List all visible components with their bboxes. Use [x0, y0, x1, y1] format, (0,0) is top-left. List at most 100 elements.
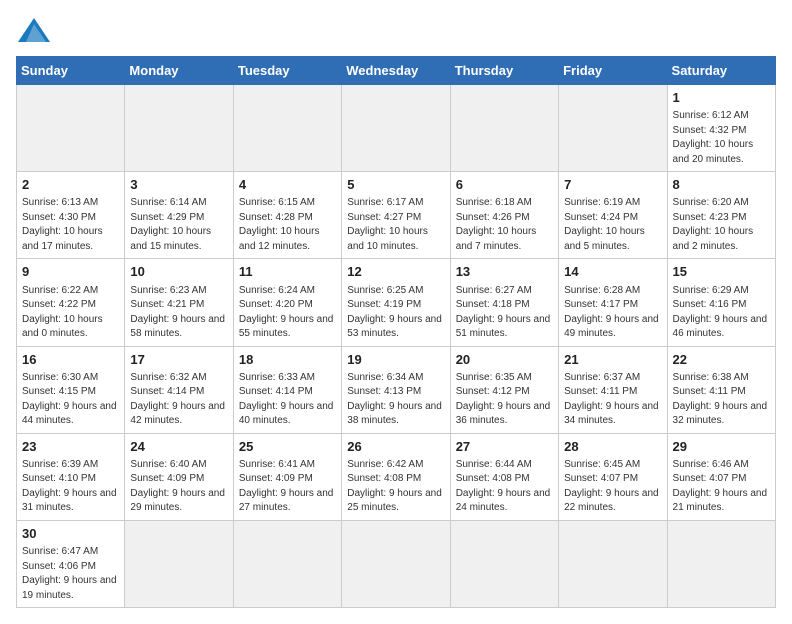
calendar-cell: 25Sunrise: 6:41 AM Sunset: 4:09 PM Dayli… [233, 433, 341, 520]
day-info: Sunrise: 6:47 AM Sunset: 4:06 PM Dayligh… [22, 545, 119, 603]
col-header-thursday: Thursday [450, 57, 558, 85]
calendar-cell: 12 Sunrise: 6:25 AM Sunset: 4:19 PM Dayli… [342, 259, 450, 346]
calendar-cell: 20Sunrise: 6:35 AM Sunset: 4:12 PM Dayli… [450, 346, 558, 433]
calendar-cell: 14 Sunrise: 6:28 AM Sunset: 4:17 PM Dayli… [559, 259, 667, 346]
day-info: Sunrise: 6:24 AM Sunset: 4:20 PM Dayligh… [239, 284, 336, 342]
day-info: Sunrise: 6:28 AM Sunset: 4:17 PM Dayligh… [564, 284, 661, 342]
day-info: Sunrise: 6:22 AM Sunset: 4:22 PM Dayligh… [22, 284, 119, 342]
day-info: Sunrise: 6:18 AM Sunset: 4:26 PM Dayligh… [456, 196, 553, 254]
calendar-cell [17, 85, 125, 172]
calendar-cell: 23 Sunrise: 6:39 AM Sunset: 4:10 PM Dayli… [17, 433, 125, 520]
day-info: Sunrise: 6:38 AM Sunset: 4:11 PM Dayligh… [673, 371, 770, 429]
week-row-6: 30 Sunrise: 6:47 AM Sunset: 4:06 PM Dayli… [17, 520, 776, 607]
day-number: 3 [130, 176, 227, 194]
logo-icon [16, 16, 52, 44]
logo [16, 16, 56, 44]
calendar-cell: 5Sunrise: 6:17 AM Sunset: 4:27 PM Daylig… [342, 172, 450, 259]
day-number: 28 [564, 438, 661, 456]
day-number: 26 [347, 438, 444, 456]
day-info: Sunrise: 6:25 AM Sunset: 4:19 PM Dayligh… [347, 284, 444, 342]
day-info: Sunrise: 6:40 AM Sunset: 4:09 PM Dayligh… [130, 458, 227, 516]
day-number: 1 [673, 89, 770, 107]
day-number: 6 [456, 176, 553, 194]
col-header-tuesday: Tuesday [233, 57, 341, 85]
calendar-cell: 8Sunrise: 6:20 AM Sunset: 4:23 PM Daylig… [667, 172, 775, 259]
day-number: 18 [239, 351, 336, 369]
calendar-cell [559, 520, 667, 607]
day-number: 7 [564, 176, 661, 194]
day-info: Sunrise: 6:19 AM Sunset: 4:24 PM Dayligh… [564, 196, 661, 254]
day-info: Sunrise: 6:39 AM Sunset: 4:10 PM Dayligh… [22, 458, 119, 516]
calendar-cell [342, 520, 450, 607]
calendar-cell: 19 Sunrise: 6:34 AM Sunset: 4:13 PM Dayli… [342, 346, 450, 433]
calendar-cell: 28 Sunrise: 6:45 AM Sunset: 4:07 PM Dayli… [559, 433, 667, 520]
day-number: 11 [239, 263, 336, 281]
week-row-4: 16 Sunrise: 6:30 AM Sunset: 4:15 PM Dayli… [17, 346, 776, 433]
calendar-cell: 30 Sunrise: 6:47 AM Sunset: 4:06 PM Dayli… [17, 520, 125, 607]
col-header-sunday: Sunday [17, 57, 125, 85]
col-header-saturday: Saturday [667, 57, 775, 85]
calendar-cell [125, 520, 233, 607]
calendar-cell: 13Sunrise: 6:27 AM Sunset: 4:18 PM Dayli… [450, 259, 558, 346]
day-number: 8 [673, 176, 770, 194]
calendar-cell [233, 520, 341, 607]
day-info: Sunrise: 6:30 AM Sunset: 4:15 PM Dayligh… [22, 371, 119, 429]
calendar-cell: 17 Sunrise: 6:32 AM Sunset: 4:14 PM Dayli… [125, 346, 233, 433]
day-number: 4 [239, 176, 336, 194]
day-number: 29 [673, 438, 770, 456]
calendar-cell: 15 Sunrise: 6:29 AM Sunset: 4:16 PM Dayli… [667, 259, 775, 346]
day-info: Sunrise: 6:42 AM Sunset: 4:08 PM Dayligh… [347, 458, 444, 516]
calendar-cell: 26 Sunrise: 6:42 AM Sunset: 4:08 PM Dayli… [342, 433, 450, 520]
day-info: Sunrise: 6:27 AM Sunset: 4:18 PM Dayligh… [456, 284, 553, 342]
day-number: 15 [673, 263, 770, 281]
day-info: Sunrise: 6:34 AM Sunset: 4:13 PM Dayligh… [347, 371, 444, 429]
day-number: 22 [673, 351, 770, 369]
day-info: Sunrise: 6:13 AM Sunset: 4:30 PM Dayligh… [22, 196, 119, 254]
day-number: 19 [347, 351, 444, 369]
calendar-cell: 4 Sunrise: 6:15 AM Sunset: 4:28 PM Daylig… [233, 172, 341, 259]
calendar-cell: 21Sunrise: 6:37 AM Sunset: 4:11 PM Dayli… [559, 346, 667, 433]
week-row-1: 1 Sunrise: 6:12 AM Sunset: 4:32 PM Daylig… [17, 85, 776, 172]
calendar-cell: 11 Sunrise: 6:24 AM Sunset: 4:20 PM Dayli… [233, 259, 341, 346]
day-info: Sunrise: 6:29 AM Sunset: 4:16 PM Dayligh… [673, 284, 770, 342]
calendar-header-row: SundayMondayTuesdayWednesdayThursdayFrid… [17, 57, 776, 85]
day-info: Sunrise: 6:46 AM Sunset: 4:07 PM Dayligh… [673, 458, 770, 516]
calendar-cell: 18 Sunrise: 6:33 AM Sunset: 4:14 PM Dayli… [233, 346, 341, 433]
day-number: 21 [564, 351, 661, 369]
day-info: Sunrise: 6:23 AM Sunset: 4:21 PM Dayligh… [130, 284, 227, 342]
day-info: Sunrise: 6:15 AM Sunset: 4:28 PM Dayligh… [239, 196, 336, 254]
col-header-friday: Friday [559, 57, 667, 85]
col-header-monday: Monday [125, 57, 233, 85]
col-header-wednesday: Wednesday [342, 57, 450, 85]
day-info: Sunrise: 6:33 AM Sunset: 4:14 PM Dayligh… [239, 371, 336, 429]
calendar-cell: 27Sunrise: 6:44 AM Sunset: 4:08 PM Dayli… [450, 433, 558, 520]
day-number: 30 [22, 525, 119, 543]
week-row-2: 2Sunrise: 6:13 AM Sunset: 4:30 PM Daylig… [17, 172, 776, 259]
day-number: 14 [564, 263, 661, 281]
day-info: Sunrise: 6:14 AM Sunset: 4:29 PM Dayligh… [130, 196, 227, 254]
calendar-cell: 24Sunrise: 6:40 AM Sunset: 4:09 PM Dayli… [125, 433, 233, 520]
calendar-cell: 29 Sunrise: 6:46 AM Sunset: 4:07 PM Dayli… [667, 433, 775, 520]
day-info: Sunrise: 6:12 AM Sunset: 4:32 PM Dayligh… [673, 109, 770, 167]
day-number: 17 [130, 351, 227, 369]
day-number: 10 [130, 263, 227, 281]
calendar-cell: 9 Sunrise: 6:22 AM Sunset: 4:22 PM Daylig… [17, 259, 125, 346]
calendar-cell: 10 Sunrise: 6:23 AM Sunset: 4:21 PM Dayli… [125, 259, 233, 346]
day-info: Sunrise: 6:17 AM Sunset: 4:27 PM Dayligh… [347, 196, 444, 254]
calendar-cell [233, 85, 341, 172]
week-row-5: 23 Sunrise: 6:39 AM Sunset: 4:10 PM Dayli… [17, 433, 776, 520]
day-info: Sunrise: 6:32 AM Sunset: 4:14 PM Dayligh… [130, 371, 227, 429]
calendar-cell: 16 Sunrise: 6:30 AM Sunset: 4:15 PM Dayli… [17, 346, 125, 433]
day-number: 12 [347, 263, 444, 281]
day-number: 25 [239, 438, 336, 456]
calendar-cell: 6 Sunrise: 6:18 AM Sunset: 4:26 PM Daylig… [450, 172, 558, 259]
calendar-cell: 2Sunrise: 6:13 AM Sunset: 4:30 PM Daylig… [17, 172, 125, 259]
calendar-cell: 22 Sunrise: 6:38 AM Sunset: 4:11 PM Dayli… [667, 346, 775, 433]
page-header [16, 16, 776, 44]
calendar-cell [559, 85, 667, 172]
day-number: 16 [22, 351, 119, 369]
day-number: 23 [22, 438, 119, 456]
day-info: Sunrise: 6:45 AM Sunset: 4:07 PM Dayligh… [564, 458, 661, 516]
day-number: 9 [22, 263, 119, 281]
calendar-cell [667, 520, 775, 607]
